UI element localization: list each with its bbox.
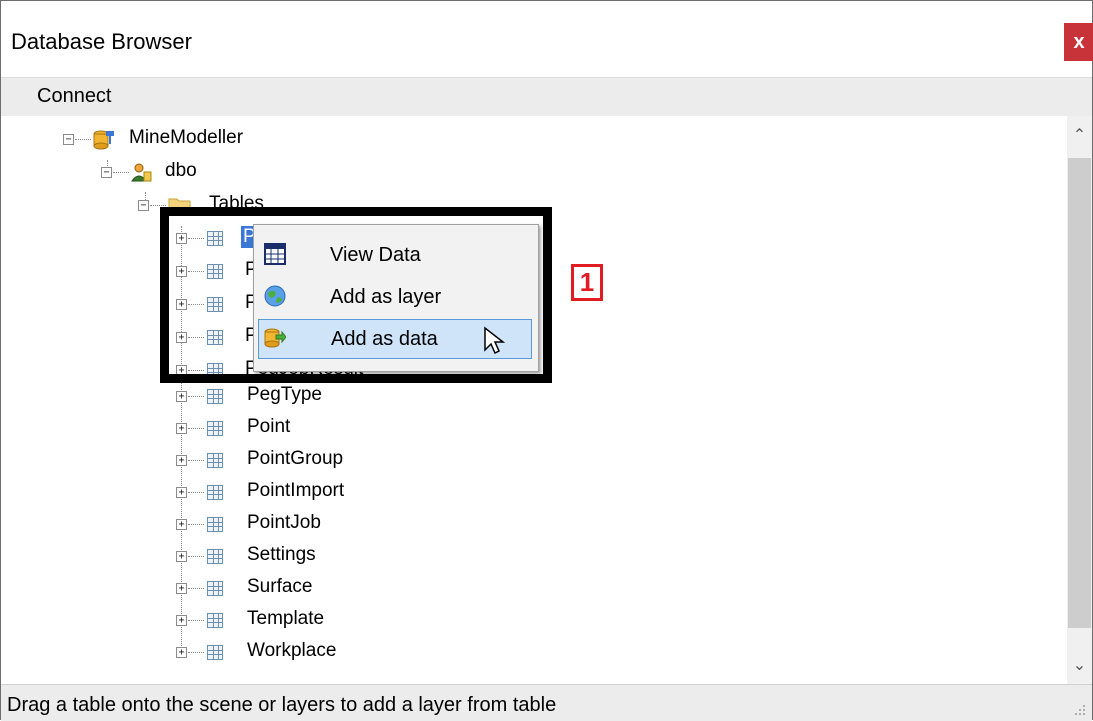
tree-node-table[interactable]: + Template: [1, 605, 601, 635]
expand-icon[interactable]: +: [176, 647, 187, 658]
title-bar: Database Browser x: [1, 1, 1093, 77]
tree-node-table[interactable]: + PointImport: [1, 477, 601, 507]
tree-label-table: PointGroup: [247, 448, 344, 469]
table-icon: [207, 645, 223, 660]
scroll-thumb[interactable]: [1068, 158, 1091, 628]
tree-connector: [75, 139, 91, 140]
expand-icon[interactable]: +: [176, 615, 187, 626]
tree-node-table[interactable]: + PointJob: [1, 509, 601, 539]
tree-connector: [150, 205, 166, 206]
tree-view[interactable]: − MineModeller − dbo − Tables + P + P + …: [1, 116, 1067, 684]
collapse-icon[interactable]: −: [138, 200, 149, 211]
expand-icon[interactable]: +: [176, 551, 187, 562]
menu-bar: Connect: [1, 77, 1092, 117]
tree-label-table: Settings: [247, 544, 316, 565]
menu-connect[interactable]: Connect: [35, 85, 114, 108]
expand-icon[interactable]: +: [176, 455, 187, 466]
tree-node-table[interactable]: + Surface: [1, 573, 601, 603]
table-icon: [207, 453, 223, 468]
expand-icon[interactable]: +: [176, 487, 187, 498]
tree-node-table[interactable]: + PegType: [1, 381, 601, 411]
status-bar: Drag a table onto the scene or layers to…: [1, 684, 1092, 721]
expand-icon[interactable]: +: [176, 391, 187, 402]
table-icon: [207, 421, 223, 436]
tree-label-database: MineModeller: [129, 127, 244, 148]
annotation-highlight-box: [160, 207, 552, 383]
scroll-down-arrow-icon[interactable]: ⌄: [1067, 650, 1092, 684]
tree-label-table: PointImport: [247, 480, 345, 501]
vertical-scrollbar[interactable]: ⌃ ⌄: [1067, 116, 1092, 684]
table-icon: [207, 389, 223, 404]
table-icon: [207, 549, 223, 564]
table-icon: [207, 613, 223, 628]
tree-connector: [188, 524, 204, 525]
tree-connector: [188, 428, 204, 429]
tree-connector: [188, 460, 204, 461]
tree-label-schema: dbo: [165, 160, 197, 181]
tree-connector: [188, 492, 204, 493]
expand-icon[interactable]: +: [176, 423, 187, 434]
tree-connector: [188, 556, 204, 557]
tree-connector: [188, 620, 204, 621]
expand-icon[interactable]: +: [176, 583, 187, 594]
table-icon: [207, 581, 223, 596]
tree-node-schema[interactable]: − dbo: [1, 157, 601, 187]
tree-connector: [188, 396, 204, 397]
resize-grip-icon[interactable]: [1072, 702, 1086, 716]
window-title: Database Browser: [11, 29, 192, 54]
tree-node-database[interactable]: − MineModeller: [1, 124, 601, 154]
table-icon: [207, 517, 223, 532]
expand-icon[interactable]: +: [176, 519, 187, 530]
close-button[interactable]: x: [1064, 23, 1093, 61]
table-icon: [207, 485, 223, 500]
tree-label-table: Surface: [247, 576, 313, 597]
tree-connector: [113, 172, 129, 173]
database-icon: [93, 129, 114, 150]
annotation-callout: 1: [571, 264, 603, 301]
schema-user-icon: [131, 162, 152, 182]
tree-node-table[interactable]: + Settings: [1, 541, 601, 571]
scroll-up-arrow-icon[interactable]: ⌃: [1067, 116, 1092, 158]
tree-node-table[interactable]: + Point: [1, 413, 601, 443]
collapse-icon[interactable]: −: [101, 167, 112, 178]
tree-label-table: PointJob: [247, 512, 321, 533]
tree-connector: [188, 652, 204, 653]
tree-label-table: Workplace: [247, 640, 337, 661]
tree-node-table[interactable]: + Workplace: [1, 637, 601, 667]
status-text: Drag a table onto the scene or layers to…: [7, 694, 557, 716]
tree-connector: [188, 588, 204, 589]
tree-label-table: Template: [247, 608, 325, 629]
tree-node-table[interactable]: + PointGroup: [1, 445, 601, 475]
tree-label-table: PegType: [247, 384, 322, 405]
collapse-icon[interactable]: −: [63, 134, 74, 145]
tree-label-table: Point: [247, 416, 291, 437]
